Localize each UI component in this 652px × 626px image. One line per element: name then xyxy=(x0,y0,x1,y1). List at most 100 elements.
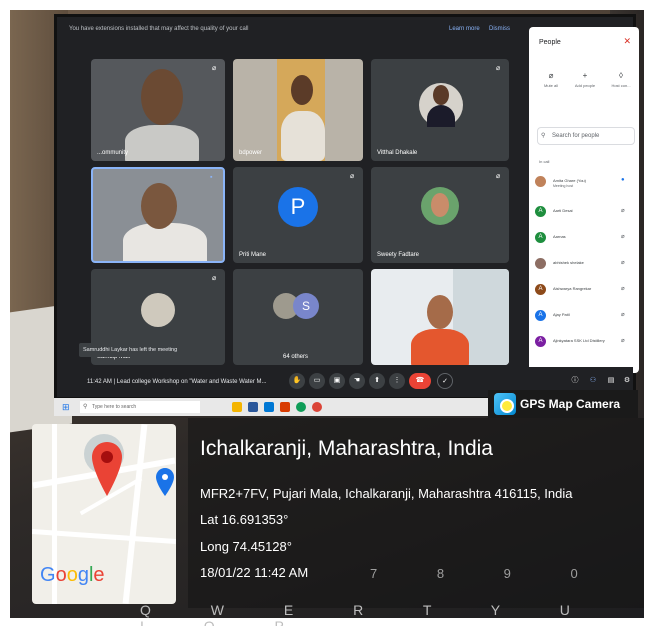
keyboard-letter-row: Q W E R T Y U I O P xyxy=(140,602,598,626)
avatar-suit xyxy=(427,105,455,127)
location-latitude: Lat 16.691353° xyxy=(200,512,289,527)
mic-off-icon: ⌀ xyxy=(621,338,625,344)
participant-row[interactable]: A Aishwarya Rangrekar ⌀ xyxy=(535,281,635,301)
mic-off-icon: ⌀ xyxy=(496,65,501,72)
participant-row[interactable]: Amita Ghare (You) Meeting host ● xyxy=(535,173,635,193)
location-address: MFR2+7FV, Pujari Mala, Ichalkaranji, Mah… xyxy=(200,486,573,501)
search-icon: ⚲ xyxy=(83,404,88,410)
mic-off-icon: ⌀ xyxy=(350,173,355,180)
video-tile-active-speaker[interactable]: ▪ xyxy=(91,167,225,263)
close-icon[interactable]: ✕ xyxy=(623,36,631,47)
participant-initial-avatar: P xyxy=(278,187,318,227)
browser-icon[interactable] xyxy=(312,402,322,412)
store-icon[interactable] xyxy=(264,402,274,412)
mic-off-icon: ⌀ xyxy=(548,71,554,80)
tile-name: Priti Mane xyxy=(239,252,267,258)
mic-off-icon: ⌀ xyxy=(621,208,625,214)
participant-row[interactable]: A Aarti Desai ⌀ xyxy=(535,203,635,223)
location-city: Ichalkaranji, Maharashtra, India xyxy=(200,437,493,460)
video-tile[interactable]: Sweety Fadtare ⌀ xyxy=(371,167,509,263)
mic-off-icon: ⌀ xyxy=(621,312,625,318)
tile-name: bdpower xyxy=(239,150,263,156)
avatar xyxy=(535,176,546,187)
mic-off-icon: ⌀ xyxy=(621,286,625,292)
participant-face xyxy=(291,75,313,105)
activities-icon[interactable]: ⚙ xyxy=(619,373,635,389)
avatar: A xyxy=(535,310,546,321)
participant-row[interactable]: A Ajay Patil ⌀ xyxy=(535,307,635,327)
location-map: Google xyxy=(32,424,176,604)
participant-row[interactable]: A Aarnas ⌀ xyxy=(535,229,635,249)
mail-icon[interactable] xyxy=(248,402,258,412)
meet-window: You have extensions installed that may a… xyxy=(54,14,639,398)
mic-off-icon: ⌀ xyxy=(212,65,217,72)
participant-name: Aarti Desai xyxy=(553,208,573,213)
raise-hand-icon[interactable]: ✋ xyxy=(289,373,305,389)
camera-icon[interactable]: ▣ xyxy=(329,373,345,389)
video-tile[interactable]: P Priti Mane ⌀ xyxy=(233,167,363,263)
participant-name: Aarnas xyxy=(553,234,566,239)
taskbar-search-input[interactable]: ⚲ Type here to search xyxy=(80,401,200,413)
participant-name: Amita Ghare (You) xyxy=(553,178,586,183)
participant-body xyxy=(125,125,199,161)
participant-row[interactable]: A Ajinkyatara SSK Ltd Distillery ⌀ xyxy=(535,333,635,353)
participant-avatar xyxy=(141,293,175,327)
captions-icon[interactable]: ▭ xyxy=(309,373,325,389)
video-tile[interactable]: Vitthal Dhakale ⌀ xyxy=(371,59,509,161)
hand-icon[interactable]: ☚ xyxy=(349,373,365,389)
search-icon: ⚲ xyxy=(541,133,546,139)
end-call-button[interactable]: ☎ xyxy=(409,373,431,389)
google-logo: Google xyxy=(40,564,105,586)
participant-name: abhishek shelake xyxy=(553,260,584,265)
photo-root: You have extensions installed that may a… xyxy=(0,0,652,626)
in-call-label: In call xyxy=(539,159,550,164)
host-controls-button[interactable]: ◊ Host con... xyxy=(603,71,639,88)
mic-off-icon: ⌀ xyxy=(621,260,625,266)
participant-face xyxy=(141,183,177,229)
video-tile[interactable]: S 64 others xyxy=(233,269,363,365)
map-poi-icon xyxy=(156,468,174,496)
video-tile[interactable]: bdpower xyxy=(233,59,363,161)
participant-body xyxy=(123,223,207,261)
participant-left-toast: Samruddhi Laykar has left the meeting xyxy=(79,343,197,357)
extensions-banner: You have extensions installed that may a… xyxy=(57,17,519,43)
people-panel-title: People xyxy=(539,39,561,46)
location-pin-icon xyxy=(92,442,122,496)
participant-initial-avatar: S xyxy=(293,293,319,319)
participant-name: Aishwarya Rangrekar xyxy=(553,286,592,291)
info-icon[interactable]: ⓘ xyxy=(567,373,583,389)
avatar xyxy=(535,258,546,269)
mic-off-icon: ⌀ xyxy=(496,173,501,180)
keyboard-number-row: 7 8 9 0 xyxy=(370,566,606,581)
video-tile[interactable] xyxy=(371,269,509,365)
avatar: A xyxy=(535,284,546,295)
more-options-icon[interactable]: ⋮ xyxy=(389,373,405,389)
banner-text: You have extensions installed that may a… xyxy=(69,26,249,32)
avatar-face xyxy=(433,85,449,105)
mute-all-button[interactable]: ⌀ Mute all xyxy=(533,71,569,88)
add-people-button[interactable]: + Add people xyxy=(567,71,603,88)
dismiss-link[interactable]: Dismiss xyxy=(489,26,510,32)
video-tile[interactable]: ...ommunity ⌀ xyxy=(91,59,225,161)
windows-start-icon[interactable]: ⊞ xyxy=(62,402,70,413)
gps-brand-text: GPS Map Camera xyxy=(520,397,621,411)
file-explorer-icon[interactable] xyxy=(232,402,242,412)
learn-more-link[interactable]: Learn more xyxy=(449,26,480,32)
participant-face xyxy=(141,69,183,125)
chat-icon[interactable]: ▤ xyxy=(603,373,619,389)
tile-name: Sweety Fadtare xyxy=(377,252,420,258)
avatar-face xyxy=(431,193,449,217)
office-icon[interactable] xyxy=(280,402,290,412)
record-icon[interactable]: ✓ xyxy=(437,373,453,389)
speaking-icon: ▪ xyxy=(210,174,213,181)
people-icon[interactable]: ⚇ xyxy=(585,373,601,389)
location-longitude: Long 74.45128° xyxy=(200,539,292,554)
present-icon[interactable]: ⬆ xyxy=(369,373,385,389)
mic-off-icon: ⌀ xyxy=(212,275,217,282)
search-people-input[interactable]: ⚲ Search for people xyxy=(537,127,635,145)
chrome-icon[interactable] xyxy=(296,402,306,412)
people-panel: People ✕ ⌀ Mute all + Add people ◊ Host con… xyxy=(529,27,639,373)
add-person-icon: + xyxy=(582,71,588,80)
participant-name: Ajay Patil xyxy=(553,312,570,317)
participant-row[interactable]: abhishek shelake ⌀ xyxy=(535,255,635,275)
